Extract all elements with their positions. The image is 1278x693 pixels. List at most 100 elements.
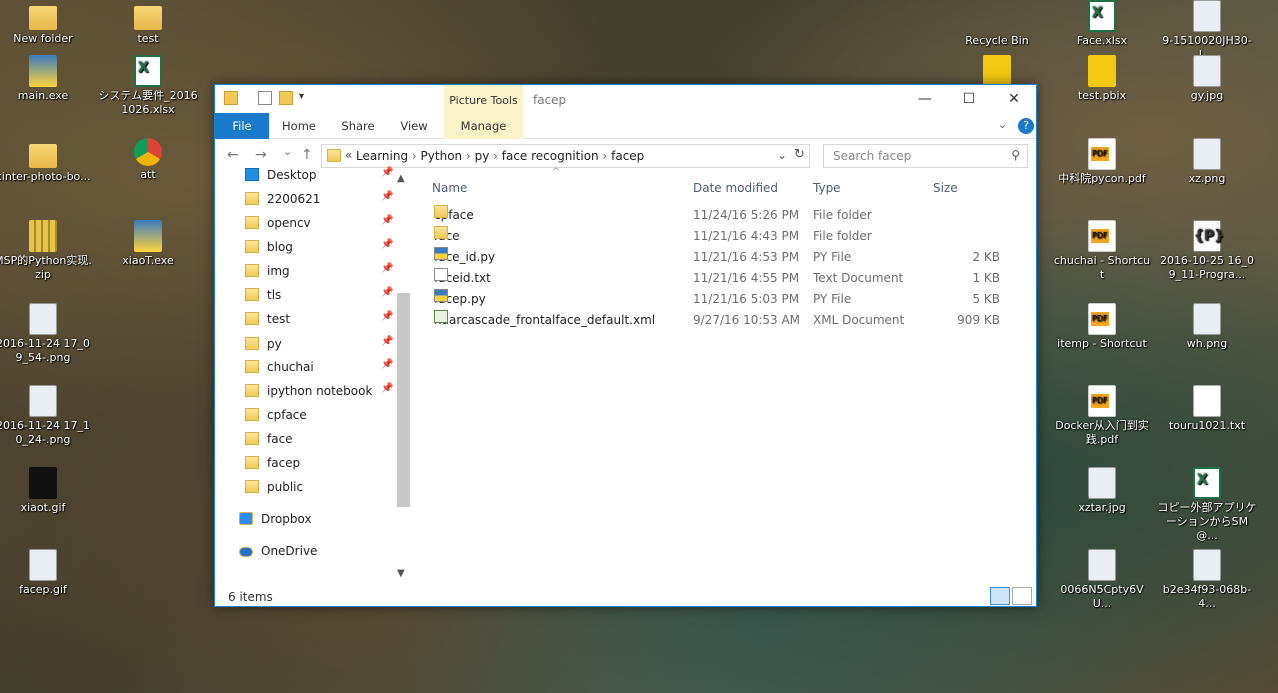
breadcrumb-item[interactable]: Learning (356, 149, 408, 163)
nav-item[interactable]: opencv (245, 212, 311, 234)
desktop-icon[interactable]: itemp - Shortcut (1052, 303, 1152, 351)
pin-icon[interactable]: 📌 (381, 383, 393, 394)
scroll-down-icon[interactable]: ▼ (397, 568, 405, 579)
desktop-icon[interactable]: touru1021.txt (1157, 385, 1257, 433)
pin-icon[interactable]: 📌 (381, 336, 393, 347)
nav-item[interactable]: Desktop (245, 164, 317, 186)
tab-file[interactable]: File (215, 113, 269, 139)
nav-item[interactable]: img (245, 260, 290, 282)
file-row[interactable]: faceid.txt 11/21/16 4:55 PM Text Document 1… (430, 268, 1030, 289)
desktop-icon[interactable]: Docker从入门到实践.pdf (1052, 385, 1152, 447)
file-row[interactable]: facep.py 11/21/16 5:03 PM PY File 5 KB (430, 289, 1030, 310)
address-dropdown-icon[interactable]: ⌄ (777, 148, 787, 162)
title-bar[interactable]: ▾ Picture Tools facep — ☐ ✕ (215, 85, 1036, 113)
desktop-icon[interactable]: 2016-11-24 17_10_24-.png (0, 385, 93, 447)
breadcrumb-item[interactable]: py (475, 149, 490, 163)
desktop-icon[interactable]: xiaot.gif (0, 467, 93, 515)
up-button[interactable]: ↑ (301, 147, 313, 163)
desktop-icon[interactable]: test (98, 0, 198, 46)
breadcrumb-item[interactable]: facep (611, 149, 644, 163)
nav-item[interactable]: public (245, 476, 303, 498)
desktop-icon[interactable]: Face.xlsx (1052, 0, 1152, 48)
file-row[interactable]: haarcascade_frontalface_default.xml 9/27/… (430, 310, 1030, 331)
scroll-up-icon[interactable]: ▲ (397, 173, 405, 184)
desktop-icon[interactable]: att (98, 138, 198, 182)
nav-item[interactable]: 2200621 (245, 188, 320, 210)
desktop-icon[interactable]: {P} 2016-10-25 16_09_11-Progra... (1157, 220, 1257, 282)
desktop-icon[interactable]: 中科院pycon.pdf (1052, 138, 1152, 186)
desktop-icon[interactable]: New folder (0, 0, 93, 46)
help-icon[interactable]: ? (1018, 118, 1034, 134)
nav-item[interactable]: face (245, 428, 293, 450)
pin-icon[interactable]: 📌 (381, 311, 393, 322)
desktop-icon[interactable]: コピー外部アプリケーションからSM@... (1157, 467, 1257, 543)
nav-item[interactable]: chuchai (245, 356, 314, 378)
desktop-icon[interactable]: 9-1510020JH30-L... (1157, 0, 1257, 62)
desktop-icon[interactable]: wh.png (1157, 303, 1257, 351)
desktop-icon[interactable]: 0066N5Cpty6VU... (1052, 549, 1152, 611)
desktop-icon[interactable]: b2e34f93-068b-4... (1157, 549, 1257, 611)
tab-view[interactable]: View (391, 113, 437, 139)
breadcrumb-item[interactable]: face recognition (502, 149, 599, 163)
nav-item[interactable]: tls (245, 284, 281, 306)
address-prefix[interactable]: « (345, 148, 352, 162)
expand-ribbon-icon[interactable]: ⌄ (998, 118, 1007, 131)
column-date-modified[interactable]: Date modified (693, 181, 778, 195)
close-button[interactable]: ✕ (991, 85, 1037, 113)
minimize-button[interactable]: — (902, 85, 948, 113)
pin-icon[interactable]: 📌 (381, 287, 393, 298)
breadcrumb-separator[interactable]: › (599, 149, 611, 163)
breadcrumb-separator[interactable]: › (408, 149, 420, 163)
pin-icon[interactable]: 📌 (381, 263, 393, 274)
address-bar[interactable]: « Learning › Python › py › face recognit… (321, 144, 810, 168)
pin-icon[interactable]: 📌 (381, 215, 393, 226)
customize-toolbar-icon[interactable]: ▾ (299, 91, 313, 105)
desktop-icon[interactable]: chuchai - Shortcut (1052, 220, 1152, 282)
column-type[interactable]: Type (813, 181, 841, 195)
maximize-button[interactable]: ☐ (946, 85, 992, 113)
nav-item[interactable]: cpface (245, 404, 307, 426)
new-folder-icon[interactable] (279, 91, 293, 105)
desktop-icon[interactable]: test.pbix (1052, 55, 1152, 103)
breadcrumb-item[interactable]: Python (421, 149, 463, 163)
pin-icon[interactable]: 📌 (381, 359, 393, 370)
scrollbar-thumb[interactable] (397, 293, 410, 507)
nav-item[interactable]: Dropbox (239, 508, 312, 530)
desktop-icon[interactable]: システム要件_20161026.xlsx (98, 55, 198, 117)
column-name[interactable]: Name (432, 181, 467, 195)
back-button[interactable]: ← (227, 147, 239, 163)
file-row[interactable]: cpface 11/24/16 5:26 PM File folder (430, 205, 1030, 226)
pin-icon[interactable]: 📌 (381, 239, 393, 250)
breadcrumb-separator[interactable]: › (462, 149, 474, 163)
tab-manage[interactable]: Manage (444, 113, 523, 139)
desktop-icon[interactable]: xz.png (1157, 138, 1257, 186)
nav-item[interactable]: facep (245, 452, 300, 474)
desktop-icon[interactable]: 2016-11-24 17_09_54-.png (0, 303, 93, 365)
large-icons-view-button[interactable] (1012, 587, 1032, 605)
desktop-icon[interactable]: kinter-photo-bo... (0, 138, 93, 184)
file-row[interactable]: face_id.py 11/21/16 4:53 PM PY File 2 KB (430, 247, 1030, 268)
forward-button[interactable]: → (255, 147, 267, 163)
breadcrumb-separator[interactable]: › (489, 149, 501, 163)
desktop-icon[interactable]: xztar.jpg (1052, 467, 1152, 515)
nav-item[interactable]: ipython notebook (245, 380, 372, 402)
desktop-icon[interactable]: gy.jpg (1157, 55, 1257, 103)
desktop-icon[interactable]: Recycle Bin (947, 0, 1047, 48)
recent-locations-button[interactable]: ⌄ (283, 145, 292, 158)
nav-item[interactable]: test (245, 308, 290, 330)
desktop-icon[interactable]: main.exe (0, 55, 93, 103)
tab-share[interactable]: Share (333, 113, 383, 139)
properties-icon[interactable] (258, 91, 272, 105)
desktop-icon[interactable]: MSP的Python实现.zip (0, 220, 93, 282)
search-input[interactable]: Search facep ⚲ (823, 144, 1028, 168)
refresh-icon[interactable]: ↻ (794, 147, 805, 162)
desktop-icon[interactable]: facep.gif (0, 549, 93, 597)
desktop-icon[interactable]: xiaoT.exe (98, 220, 198, 268)
column-size[interactable]: Size (933, 181, 958, 195)
tab-home[interactable]: Home (273, 113, 325, 139)
nav-item[interactable]: blog (245, 236, 293, 258)
file-row[interactable]: face 11/21/16 4:43 PM File folder (430, 226, 1030, 247)
nav-item[interactable]: py (245, 333, 282, 355)
nav-item[interactable]: OneDrive (239, 540, 317, 562)
pin-icon[interactable]: 📌 (381, 167, 393, 178)
